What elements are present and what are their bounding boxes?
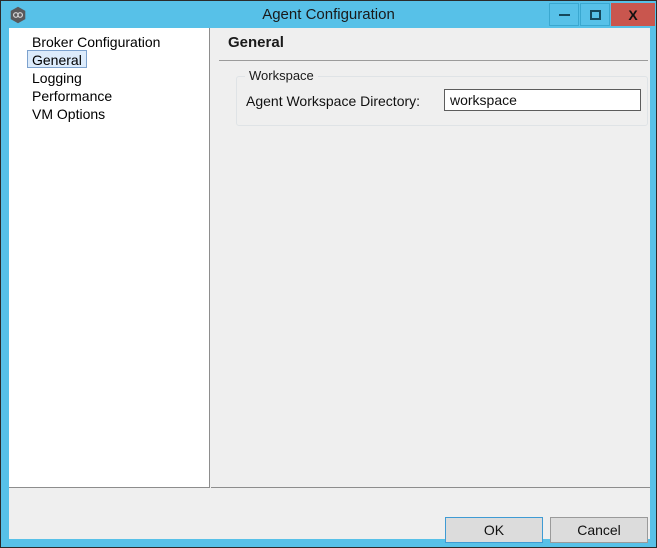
- minimize-button[interactable]: [549, 3, 579, 26]
- sidebar-item-label: General: [32, 52, 82, 68]
- maximize-button[interactable]: [580, 3, 610, 26]
- sidebar-item-general[interactable]: General: [27, 50, 87, 68]
- settings-category-tree[interactable]: Broker Configuration General Logging Per…: [9, 28, 210, 488]
- sidebar-item-label: Logging: [32, 70, 82, 86]
- dialog-client-area: Broker Configuration General Logging Per…: [9, 28, 650, 543]
- sidebar-item-label: VM Options: [32, 106, 106, 122]
- ok-button-label: OK: [483, 522, 505, 538]
- maximize-icon: [589, 9, 601, 20]
- sidebar-item-performance[interactable]: Performance: [27, 86, 117, 104]
- agent-configuration-dialog: Agent Configuration X Broker Configurati…: [0, 0, 657, 548]
- cancel-button-label: Cancel: [577, 522, 621, 538]
- sidebar-item-vm-options[interactable]: VM Options: [27, 104, 110, 122]
- sidebar-item-label: Broker Configuration: [32, 34, 161, 50]
- close-icon: X: [628, 6, 638, 23]
- dialog-footer: OK Cancel: [9, 489, 650, 543]
- panel-divider: [219, 60, 648, 61]
- ok-button[interactable]: OK: [445, 517, 543, 543]
- cancel-button[interactable]: Cancel: [550, 517, 648, 543]
- close-button[interactable]: X: [611, 3, 655, 26]
- agent-workspace-directory-input[interactable]: [444, 89, 641, 111]
- sidebar-item-logging[interactable]: Logging: [27, 68, 87, 86]
- minimize-icon: [558, 13, 570, 16]
- sidebar-item-label: Performance: [32, 88, 113, 104]
- settings-panel: General Workspace Agent Workspace Direct…: [211, 28, 650, 488]
- title-bar[interactable]: Agent Configuration X: [1, 1, 656, 28]
- workspace-group: Workspace Agent Workspace Directory:: [236, 68, 648, 126]
- page-title: General: [228, 34, 284, 51]
- workspace-group-legend: Workspace: [245, 68, 318, 83]
- agent-workspace-directory-label: Agent Workspace Directory:: [246, 93, 421, 109]
- sidebar-item-broker-configuration[interactable]: Broker Configuration: [27, 32, 165, 50]
